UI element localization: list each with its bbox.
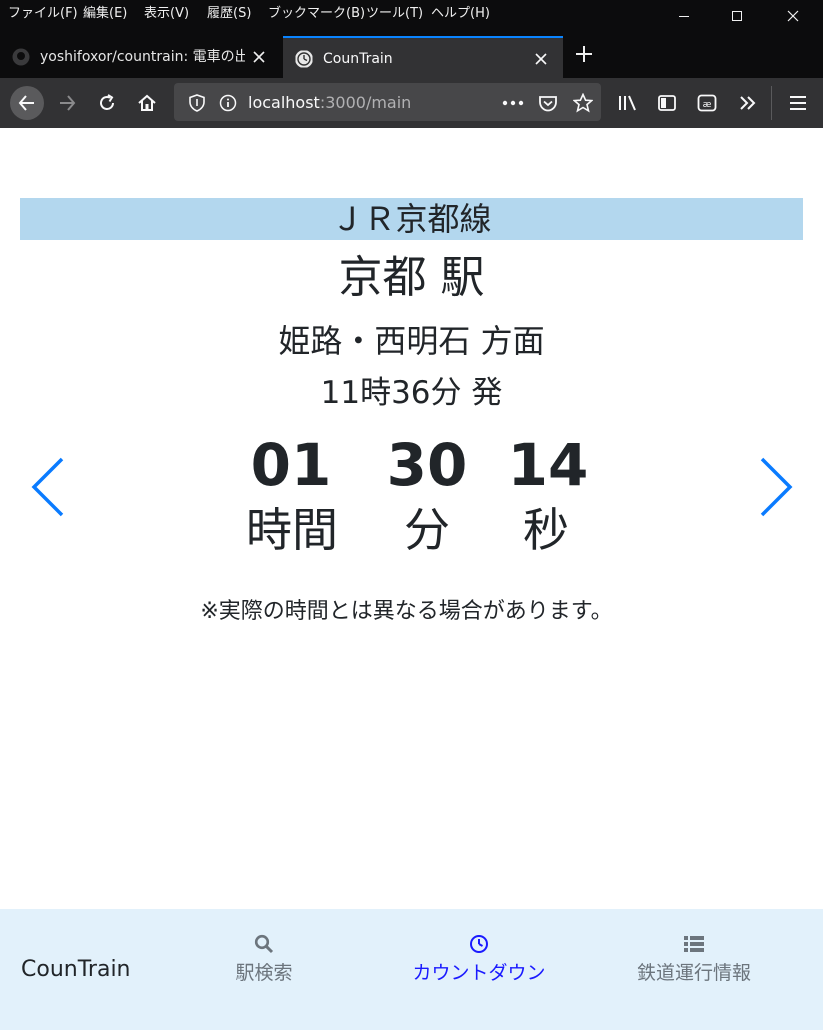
menu-edit[interactable]: 編集(E) bbox=[83, 6, 127, 22]
app-menu-button[interactable] bbox=[782, 87, 814, 119]
tab-title: yoshifoxor/countrain: 電車の出発 bbox=[40, 49, 245, 65]
chevron-left-icon bbox=[31, 457, 64, 517]
info-icon bbox=[219, 94, 237, 112]
more-horizontal-icon bbox=[502, 100, 524, 106]
home-button[interactable] bbox=[131, 87, 163, 119]
hamburger-menu-icon bbox=[790, 96, 806, 110]
next-train-button[interactable] bbox=[756, 455, 796, 519]
close-icon bbox=[253, 51, 265, 63]
tab-bar: yoshifoxor/countrain: 電車の出発 CounTrain bbox=[0, 32, 823, 78]
extension-button[interactable]: æ bbox=[691, 87, 723, 119]
list-icon bbox=[682, 932, 706, 956]
disclaimer-note: ※実際の時間とは異なる場合があります。 bbox=[200, 599, 613, 624]
url-host: localhost bbox=[248, 93, 320, 112]
menu-help[interactable]: ヘルプ(H) bbox=[431, 6, 490, 22]
double-chevron-right-icon bbox=[740, 96, 756, 110]
back-button[interactable] bbox=[10, 86, 44, 120]
new-tab-button[interactable] bbox=[568, 38, 600, 70]
extension-ae-icon: æ bbox=[697, 94, 717, 112]
train-logo-icon bbox=[295, 50, 313, 68]
tracking-shield-button[interactable] bbox=[181, 87, 213, 119]
close-icon bbox=[787, 10, 799, 22]
site-info-button[interactable] bbox=[212, 87, 244, 119]
pocket-button[interactable] bbox=[532, 87, 564, 119]
overflow-menu-button[interactable] bbox=[731, 87, 763, 119]
menu-tools[interactable]: ツール(T) bbox=[366, 6, 423, 22]
arrow-left-icon bbox=[18, 95, 34, 111]
sidebar-button[interactable] bbox=[651, 87, 683, 119]
forward-button[interactable] bbox=[51, 87, 83, 119]
maximize-button[interactable] bbox=[714, 0, 760, 32]
nav-label: 駅検索 bbox=[235, 962, 293, 984]
github-icon bbox=[12, 48, 30, 66]
toolbar-divider bbox=[771, 86, 772, 120]
brand-logo[interactable]: CounTrain bbox=[21, 955, 131, 985]
nav-station-search[interactable]: 駅検索 bbox=[164, 930, 364, 990]
sidebar-icon bbox=[658, 95, 676, 111]
minimize-button[interactable] bbox=[661, 0, 707, 32]
nav-countdown[interactable]: カウントダウン bbox=[379, 930, 579, 990]
menu-bookmarks[interactable]: ブックマーク(B) bbox=[268, 6, 365, 22]
plus-icon bbox=[576, 46, 592, 62]
nav-label: 鉄道運行情報 bbox=[636, 962, 751, 984]
reload-button[interactable] bbox=[91, 87, 123, 119]
close-window-button[interactable] bbox=[770, 0, 816, 32]
home-icon bbox=[138, 94, 156, 111]
countdown-seconds-label: 秒 bbox=[523, 503, 569, 557]
menu-history[interactable]: 履歴(S) bbox=[207, 6, 251, 22]
close-icon bbox=[535, 53, 547, 65]
arrow-right-icon bbox=[60, 95, 76, 111]
previous-train-button[interactable] bbox=[28, 455, 68, 519]
tab-countrain[interactable]: CounTrain bbox=[283, 36, 563, 78]
library-icon bbox=[619, 95, 636, 111]
tab-close-button[interactable] bbox=[249, 47, 269, 67]
direction: 姫路・西明石 方面 bbox=[278, 322, 545, 360]
menu-file[interactable]: ファイル(F) bbox=[8, 6, 78, 22]
countdown-seconds: 14 bbox=[507, 431, 589, 499]
maximize-icon bbox=[732, 11, 742, 21]
reload-icon bbox=[100, 94, 114, 110]
departure-time: 11時36分 発 bbox=[320, 375, 503, 411]
chevron-right-icon bbox=[760, 457, 793, 517]
library-button[interactable] bbox=[612, 87, 644, 119]
line-name: ＪＲ京都線 bbox=[331, 200, 492, 238]
shield-icon bbox=[189, 94, 205, 112]
bookmark-star-button[interactable] bbox=[567, 87, 599, 119]
star-icon bbox=[573, 93, 593, 113]
tab-title: CounTrain bbox=[323, 51, 393, 67]
url-text[interactable]: localhost:3000/main bbox=[248, 93, 411, 113]
svg-text:æ: æ bbox=[703, 100, 712, 110]
url-path: :3000/main bbox=[319, 93, 412, 112]
nav-service-info[interactable]: 鉄道運行情報 bbox=[594, 930, 794, 990]
pocket-icon bbox=[539, 96, 557, 112]
tab-close-button[interactable] bbox=[531, 49, 551, 69]
station-name: 京都 駅 bbox=[338, 252, 485, 303]
menu-view[interactable]: 表示(V) bbox=[144, 6, 189, 22]
nav-label: カウントダウン bbox=[412, 962, 546, 984]
clock-icon bbox=[467, 932, 491, 956]
menu-bar: ファイル(F) 編集(E) 表示(V) 履歴(S) ブックマーク(B) ツール(… bbox=[0, 0, 823, 32]
tab-github[interactable]: yoshifoxor/countrain: 電車の出発 bbox=[0, 36, 281, 78]
page-actions-button[interactable] bbox=[497, 87, 529, 119]
search-icon bbox=[252, 932, 276, 956]
minimize-icon bbox=[679, 16, 689, 17]
